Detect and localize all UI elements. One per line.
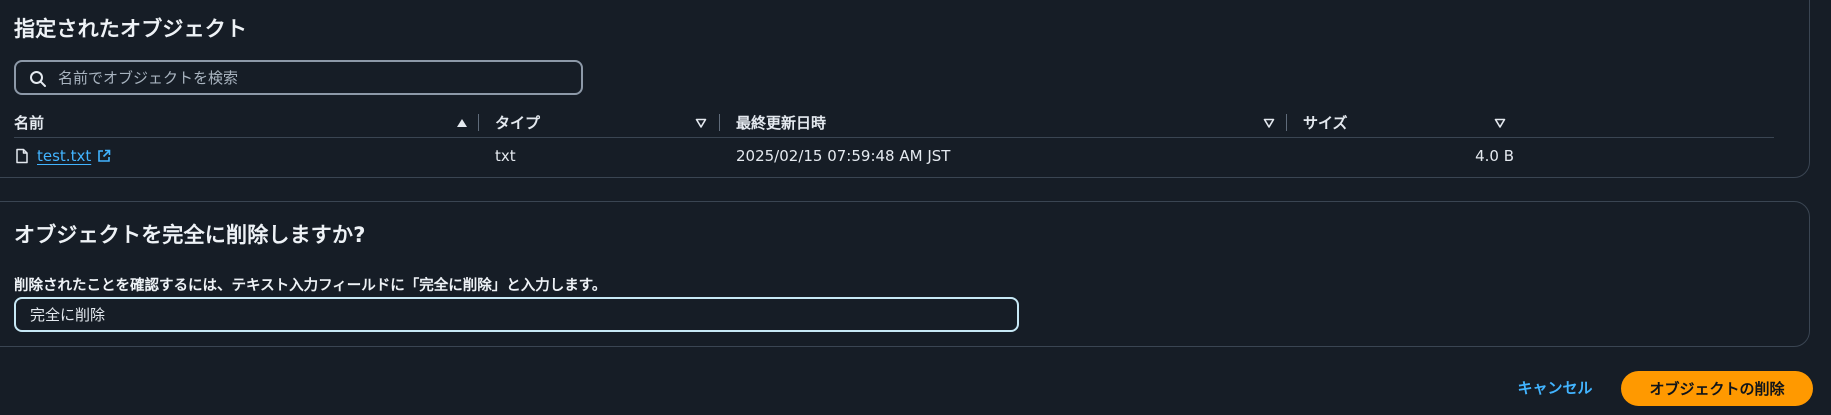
column-header-last-modified-label: 最終更新日時 (736, 114, 827, 132)
objects-panel-title: 指定されたオブジェクト (14, 17, 248, 41)
column-header-type[interactable]: タイプ (495, 108, 540, 137)
delete-objects-button[interactable]: オブジェクトの削除 (1621, 371, 1813, 406)
column-divider[interactable] (719, 114, 720, 131)
external-link-icon[interactable] (96, 148, 112, 164)
cell-type: txt (495, 147, 516, 165)
sort-toggle-icon[interactable] (1262, 116, 1276, 130)
cell-last-modified: 2025/02/15 07:59:48 AM JST (736, 147, 951, 165)
search-icon (30, 71, 46, 87)
column-divider[interactable] (1286, 114, 1287, 131)
objects-panel: 指定されたオブジェクト 名前 タイプ 最終更新日時 サイズ (0, 0, 1810, 178)
cancel-button[interactable]: キャンセル (1505, 372, 1605, 402)
sort-toggle-icon[interactable] (1493, 116, 1507, 130)
file-link[interactable]: test.txt (37, 147, 91, 165)
column-header-name[interactable]: 名前 (14, 108, 44, 137)
table-header: 名前 タイプ 最終更新日時 サイズ (14, 108, 1774, 138)
table-row: test.txt txt 2025/02/15 07:59:48 AM JST … (14, 139, 1774, 173)
column-divider[interactable] (478, 114, 479, 131)
confirm-delete-panel: オブジェクトを完全に削除しますか? 削除されたことを確認するには、テキスト入力フ… (0, 201, 1810, 347)
confirm-instruction: 削除されたことを確認するには、テキスト入力フィールドに「完全に削除」と入力します… (14, 278, 607, 294)
sort-toggle-icon[interactable] (694, 116, 708, 130)
search-input[interactable] (56, 65, 566, 91)
column-header-size-label: サイズ (1303, 114, 1348, 132)
sort-ascending-icon[interactable] (455, 116, 469, 130)
confirm-delete-input[interactable] (14, 297, 1019, 332)
column-header-last-modified[interactable]: 最終更新日時 (736, 108, 826, 137)
file-icon (16, 148, 28, 164)
column-header-size[interactable]: サイズ (1303, 108, 1348, 137)
cell-size: 4.0 B (1475, 147, 1514, 165)
search-box[interactable] (14, 60, 583, 95)
cell-name: test.txt (15, 139, 112, 173)
column-header-type-label: タイプ (495, 114, 541, 132)
confirm-panel-title: オブジェクトを完全に削除しますか? (14, 223, 366, 247)
column-header-name-label: 名前 (14, 114, 45, 132)
